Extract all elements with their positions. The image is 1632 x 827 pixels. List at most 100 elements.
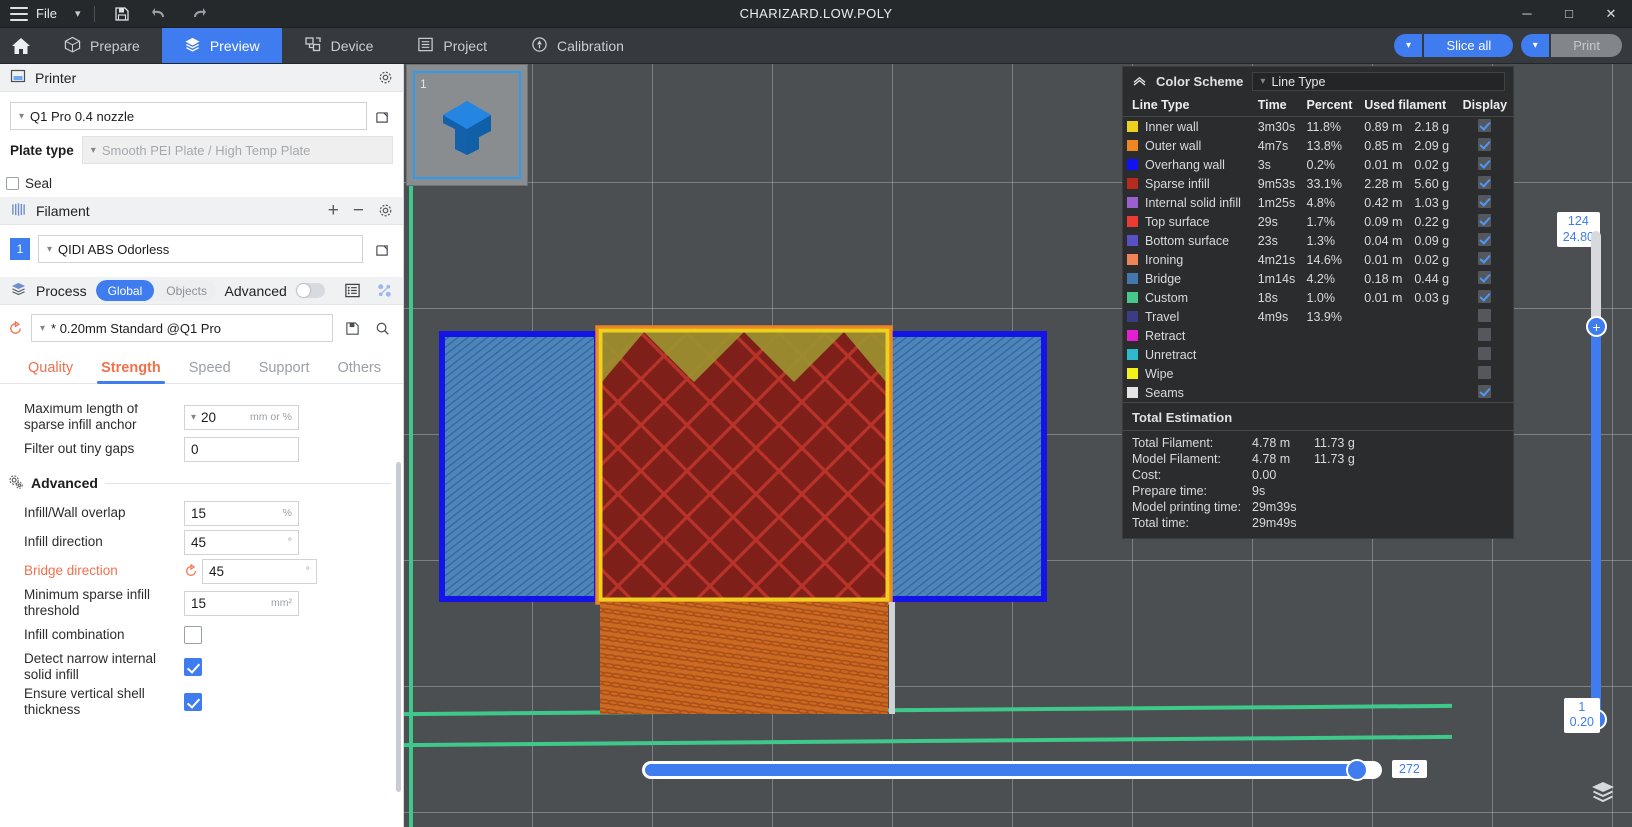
tab-quality[interactable]: Quality <box>14 360 87 383</box>
tab-strength[interactable]: Strength <box>87 360 175 383</box>
settings-scrollbar[interactable] <box>396 462 401 792</box>
edit-printer-icon[interactable] <box>371 109 393 124</box>
tab-prepare[interactable]: Prepare <box>42 28 162 63</box>
tab-support[interactable]: Support <box>245 360 324 383</box>
printer-settings-gear-icon[interactable] <box>378 70 393 85</box>
save-icon[interactable] <box>109 3 135 25</box>
display-cell[interactable] <box>1457 193 1513 212</box>
display-checkbox[interactable] <box>1478 366 1491 379</box>
table-row[interactable]: Inner wall3m30s11.8%0.89 m2.18 g <box>1123 117 1513 137</box>
infill-direction-field[interactable]: 45 ° <box>184 530 299 555</box>
slice-all-dropdown-icon[interactable]: ▾ <box>1394 34 1422 57</box>
display-cell[interactable] <box>1457 288 1513 307</box>
chevron-down-icon[interactable]: ▾ <box>191 412 196 423</box>
settings-scroll-area[interactable]: Maximum length of sparse infill anchor ▾… <box>0 404 403 827</box>
detect-narrow-internal-solid-infill-checkbox[interactable] <box>184 658 202 676</box>
table-row[interactable]: Internal solid infill1m25s4.8%0.42 m1.03… <box>1123 193 1513 212</box>
remove-filament-button[interactable]: − <box>353 201 364 220</box>
display-checkbox[interactable] <box>1478 214 1491 227</box>
3d-preview-viewport[interactable]: 1 Color Scheme ▾ Line Type Line Type Tim… <box>404 64 1632 827</box>
display-cell[interactable] <box>1457 269 1513 288</box>
moves-slider-handle[interactable] <box>1346 759 1368 781</box>
display-cell[interactable] <box>1457 345 1513 364</box>
nozzle-select[interactable]: ▾ Q1 Pro 0.4 nozzle <box>10 102 367 130</box>
tab-calibration[interactable]: Calibration <box>509 28 646 63</box>
display-cell[interactable] <box>1457 212 1513 231</box>
print-button[interactable]: Print <box>1551 34 1622 57</box>
process-preset-select[interactable]: ▾ * 0.20mm Standard @Q1 Pro <box>31 314 333 342</box>
redo-icon[interactable] <box>185 3 211 25</box>
tab-others[interactable]: Others <box>323 360 395 383</box>
table-row[interactable]: Overhang wall3s0.2%0.01 m0.02 g <box>1123 155 1513 174</box>
display-cell[interactable] <box>1457 383 1513 402</box>
window-minimize-button[interactable]: ─ <box>1506 0 1548 28</box>
home-icon[interactable] <box>0 28 42 63</box>
reset-bridge-direction-icon[interactable] <box>184 564 198 578</box>
display-checkbox[interactable] <box>1478 252 1491 265</box>
print-split-button[interactable]: ▾ Print <box>1521 34 1622 57</box>
table-row[interactable]: Unretract <box>1123 345 1513 364</box>
process-scope-toggle[interactable]: Global Objects <box>96 280 216 301</box>
display-cell[interactable] <box>1457 136 1513 155</box>
display-cell[interactable] <box>1457 326 1513 345</box>
display-cell[interactable] <box>1457 231 1513 250</box>
table-row[interactable]: Ironing4m21s14.6%0.01 m0.02 g <box>1123 250 1513 269</box>
scope-global-button[interactable]: Global <box>96 280 155 301</box>
undo-icon[interactable] <box>147 3 173 25</box>
tab-project[interactable]: Project <box>395 28 509 63</box>
display-checkbox[interactable] <box>1478 157 1491 170</box>
table-row[interactable]: Bottom surface23s1.3%0.04 m0.09 g <box>1123 231 1513 250</box>
plate-thumbnail[interactable]: 1 <box>406 64 528 186</box>
slice-all-button[interactable]: Slice all <box>1424 34 1513 57</box>
filter-out-tiny-gaps-field[interactable]: 0 <box>184 437 299 462</box>
slice-all-split-button[interactable]: ▾ Slice all <box>1394 34 1513 57</box>
save-preset-icon[interactable] <box>341 321 363 336</box>
search-preset-icon[interactable] <box>371 321 393 336</box>
table-row[interactable]: Top surface29s1.7%0.09 m0.22 g <box>1123 212 1513 231</box>
display-checkbox[interactable] <box>1478 119 1491 132</box>
edit-filament-icon[interactable] <box>371 242 393 257</box>
table-row[interactable]: Wipe <box>1123 364 1513 383</box>
scope-objects-button[interactable]: Objects <box>154 280 215 301</box>
tab-speed[interactable]: Speed <box>175 360 245 383</box>
display-checkbox[interactable] <box>1478 138 1491 151</box>
tab-preview[interactable]: Preview <box>162 28 282 63</box>
table-row[interactable]: Retract <box>1123 326 1513 345</box>
window-maximize-button[interactable]: □ <box>1548 0 1590 28</box>
table-row[interactable]: Bridge1m14s4.2%0.18 m0.44 g <box>1123 269 1513 288</box>
bridge-direction-field[interactable]: 45 ° <box>202 559 317 584</box>
ensure-vertical-shell-thickness-checkbox[interactable] <box>184 693 202 711</box>
print-dropdown-icon[interactable]: ▾ <box>1521 34 1549 57</box>
filament-index-badge[interactable]: 1 <box>10 238 30 260</box>
color-scheme-mode-select[interactable]: ▾ Line Type <box>1252 72 1505 91</box>
display-cell[interactable] <box>1457 117 1513 137</box>
chevron-up-icon[interactable] <box>1132 75 1147 89</box>
display-checkbox[interactable] <box>1478 385 1491 398</box>
filament-settings-gear-icon[interactable] <box>378 203 393 218</box>
layers-stack-icon[interactable] <box>1586 775 1620 809</box>
display-checkbox[interactable] <box>1478 271 1491 284</box>
chevron-down-icon[interactable]: ▾ <box>75 7 81 20</box>
table-row[interactable]: Seams <box>1123 383 1513 402</box>
seal-checkbox[interactable] <box>6 177 19 190</box>
table-row[interactable]: Sparse infill9m53s33.1%2.28 m5.60 g <box>1123 174 1513 193</box>
display-cell[interactable] <box>1457 364 1513 383</box>
infill-combination-checkbox[interactable] <box>184 626 202 644</box>
display-cell[interactable] <box>1457 174 1513 193</box>
filament-select[interactable]: ▾ QIDI ABS Odorless <box>38 235 363 263</box>
compare-presets-icon[interactable] <box>376 282 393 299</box>
display-checkbox[interactable] <box>1478 347 1491 360</box>
plate-type-select[interactable]: ▾ Smooth PEI Plate / High Temp Plate <box>82 136 393 164</box>
minimum-sparse-infill-threshold-field[interactable]: 15 mm² <box>184 591 299 616</box>
max-sparse-infill-anchor-field[interactable]: ▾ 20 mm or % <box>184 405 299 430</box>
layer-slider-upper-handle[interactable]: + <box>1586 316 1607 337</box>
settings-list-view-icon[interactable] <box>344 282 361 299</box>
moves-slider[interactable]: 272 <box>642 759 1382 781</box>
window-close-button[interactable]: ✕ <box>1590 0 1632 28</box>
display-checkbox[interactable] <box>1478 290 1491 303</box>
display-checkbox[interactable] <box>1478 195 1491 208</box>
display-checkbox[interactable] <box>1478 176 1491 189</box>
infill-wall-overlap-field[interactable]: 15 % <box>184 501 299 526</box>
tab-device[interactable]: Device <box>282 28 396 63</box>
display-cell[interactable] <box>1457 155 1513 174</box>
